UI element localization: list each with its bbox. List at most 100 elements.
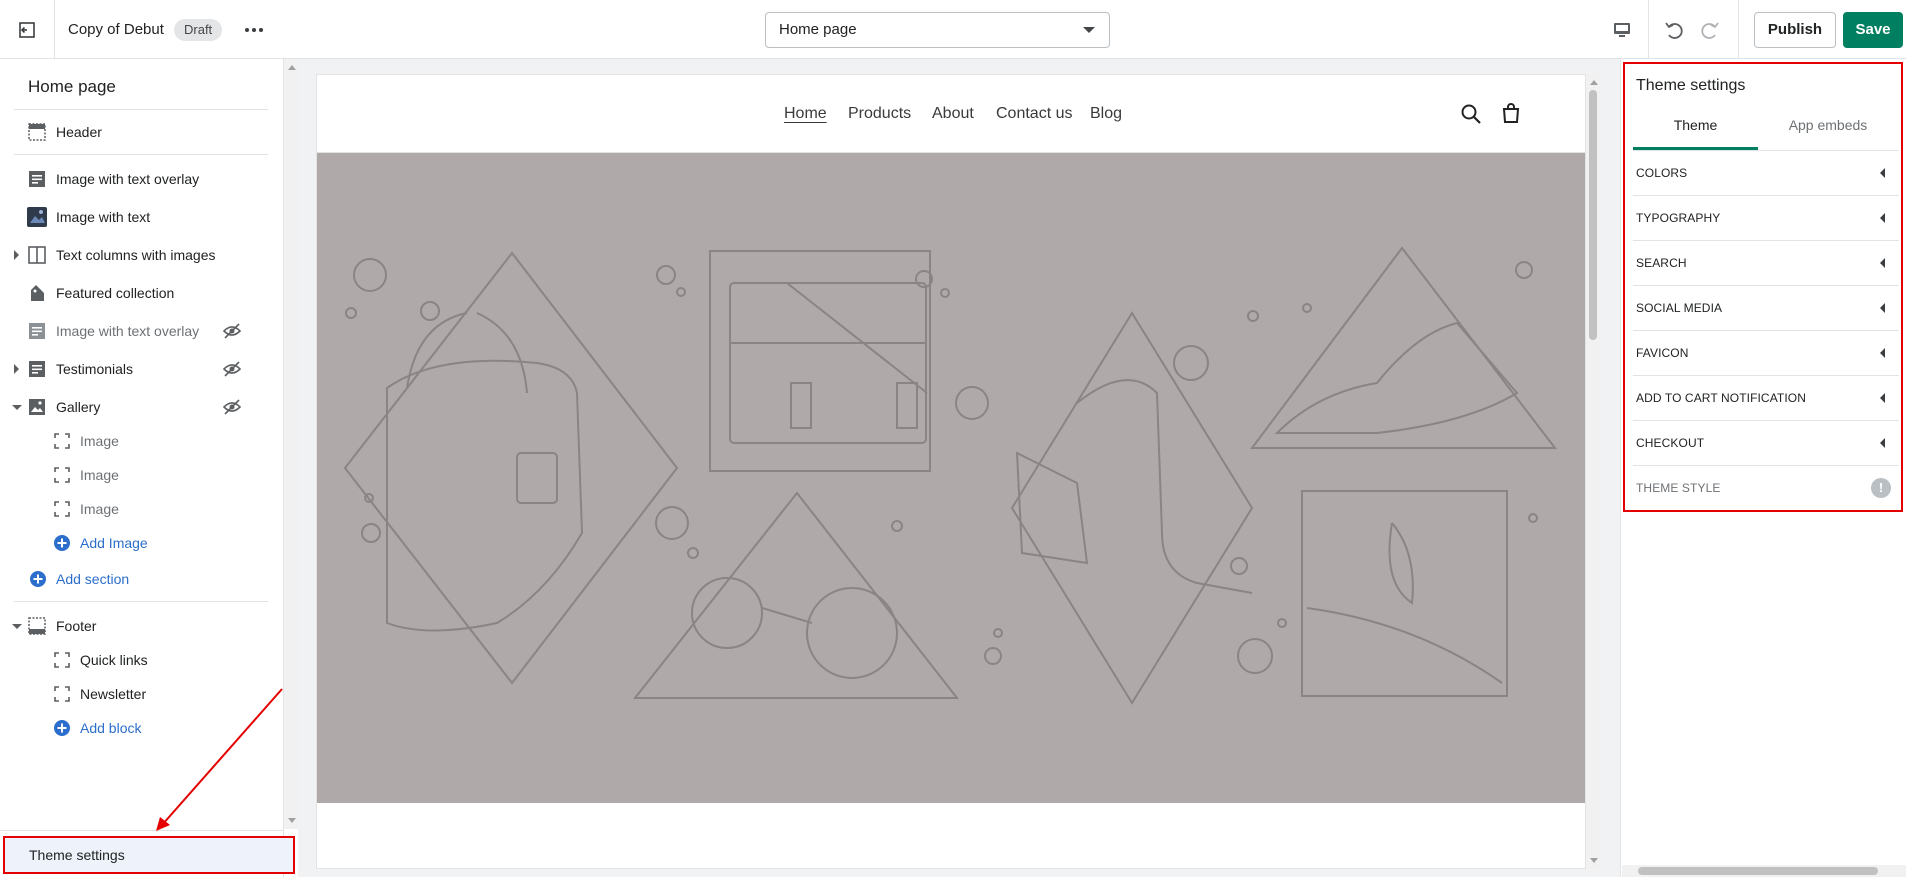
section-label: Testimonials xyxy=(56,361,134,377)
section-label: Image with text xyxy=(56,209,151,225)
scroll-up-icon[interactable] xyxy=(288,65,296,70)
panel-horizontal-scrollbar[interactable] xyxy=(1622,865,1906,877)
settings-row-label: FAVICON xyxy=(1636,346,1689,360)
plus-circle-icon xyxy=(52,718,72,738)
store-navigation: Home Products About Contact us Blog xyxy=(317,75,1585,153)
nav-link-home[interactable]: Home xyxy=(784,105,827,123)
text-block-icon xyxy=(27,359,47,379)
settings-row-label: SOCIAL MEDIA xyxy=(1636,301,1723,315)
section-label: Gallery xyxy=(56,399,101,415)
undo-button[interactable] xyxy=(1660,16,1688,44)
block-image[interactable]: Image xyxy=(0,494,270,524)
settings-row-social-media[interactable]: SOCIAL MEDIA xyxy=(1633,286,1899,331)
scroll-thumb[interactable] xyxy=(1589,90,1597,340)
section-label: Text columns with images xyxy=(56,247,216,263)
scroll-thumb[interactable] xyxy=(1638,867,1878,875)
chevron-left-icon xyxy=(1880,303,1885,313)
tab-theme[interactable]: Theme xyxy=(1633,117,1758,133)
redo-button[interactable] xyxy=(1696,16,1724,44)
desktop-view-button[interactable] xyxy=(1608,16,1636,44)
settings-row-label: COLORS xyxy=(1636,166,1688,180)
desktop-icon xyxy=(1614,23,1630,37)
theme-settings-button[interactable]: Theme settings xyxy=(3,836,295,874)
settings-row-checkout[interactable]: CHECKOUT xyxy=(1633,421,1899,466)
block-image[interactable]: Image xyxy=(0,460,270,490)
settings-row-favicon[interactable]: FAVICON xyxy=(1633,331,1899,376)
nav-link-about[interactable]: About xyxy=(932,105,974,123)
collapse-arrow-icon[interactable] xyxy=(12,623,22,629)
active-tab-indicator xyxy=(1633,147,1758,150)
section-header[interactable]: Header xyxy=(0,117,270,147)
settings-row-label: CHECKOUT xyxy=(1636,436,1705,450)
block-quick-links[interactable]: Quick links xyxy=(0,645,270,675)
illustration-graphic xyxy=(343,246,1558,705)
sidebar-title: Home page xyxy=(28,77,116,96)
info-icon[interactable]: ! xyxy=(1871,478,1891,498)
publish-button[interactable]: Publish xyxy=(1754,12,1836,48)
nav-link-contact[interactable]: Contact us xyxy=(996,105,1072,123)
expand-arrow-icon[interactable] xyxy=(14,250,19,260)
preview-scrollbar[interactable] xyxy=(1586,74,1600,869)
chevron-left-icon xyxy=(1880,213,1885,223)
more-actions-button[interactable] xyxy=(240,16,268,44)
add-image-label: Add Image xyxy=(80,535,148,551)
settings-row-search[interactable]: SEARCH xyxy=(1633,241,1899,286)
section-footer[interactable]: Footer xyxy=(0,611,270,641)
settings-row-add-to-cart-notification[interactable]: ADD TO CART NOTIFICATION xyxy=(1633,376,1899,421)
block-frame-icon xyxy=(52,684,72,704)
text-block-icon xyxy=(27,169,47,189)
nav-link-blog[interactable]: Blog xyxy=(1090,105,1122,123)
plus-circle-icon xyxy=(28,569,48,589)
add-section-button[interactable]: Add section xyxy=(0,564,270,594)
page-selector-value: Home page xyxy=(779,21,857,38)
section-testimonials[interactable]: Testimonials xyxy=(0,354,270,384)
chevron-left-icon xyxy=(1880,393,1885,403)
scroll-down-icon[interactable] xyxy=(1590,858,1598,863)
text-block-icon xyxy=(27,321,47,341)
section-image-with-text[interactable]: Image with text xyxy=(0,202,270,232)
section-label: Image with text overlay xyxy=(56,171,200,187)
redo-icon xyxy=(1701,22,1719,39)
collapse-arrow-icon[interactable] xyxy=(12,404,22,410)
block-frame-icon xyxy=(52,499,72,519)
block-label: Image xyxy=(80,501,119,517)
hidden-eye-icon[interactable] xyxy=(222,321,242,341)
section-image-with-text-overlay[interactable]: Image with text overlay xyxy=(0,164,270,194)
add-section-label: Add section xyxy=(56,571,130,587)
chevron-left-icon xyxy=(1880,168,1885,178)
tab-app-embeds[interactable]: App embeds xyxy=(1758,117,1898,133)
undo-icon xyxy=(1665,22,1683,39)
gallery-image-icon xyxy=(27,397,47,417)
block-frame-icon xyxy=(52,465,72,485)
expand-arrow-icon[interactable] xyxy=(14,364,19,374)
settings-row-typography[interactable]: TYPOGRAPHY xyxy=(1633,196,1899,241)
theme-name: Copy of Debut xyxy=(68,21,164,38)
tag-icon xyxy=(27,283,47,303)
section-label: Header xyxy=(56,124,102,140)
chevron-down-icon xyxy=(1083,27,1095,33)
cart-icon[interactable] xyxy=(1499,101,1523,125)
settings-row-theme-style[interactable]: THEME STYLE ! xyxy=(1633,466,1899,511)
hero-image-placeholder xyxy=(317,153,1585,803)
settings-row-label: SEARCH xyxy=(1636,256,1687,270)
section-image-with-text-overlay-hidden[interactable]: Image with text overlay xyxy=(0,316,270,346)
section-featured-collection[interactable]: Featured collection xyxy=(0,278,270,308)
hidden-eye-icon[interactable] xyxy=(222,359,242,379)
section-text-columns-with-images[interactable]: Text columns with images xyxy=(0,240,270,270)
exit-editor-button[interactable] xyxy=(0,0,55,59)
add-image-button[interactable]: Add Image xyxy=(0,528,270,558)
image-thumbnail-icon xyxy=(27,207,47,227)
settings-row-colors[interactable]: COLORS xyxy=(1633,151,1899,196)
scroll-up-icon[interactable] xyxy=(1590,80,1598,85)
save-button[interactable]: Save xyxy=(1843,12,1903,48)
page-selector[interactable]: Home page xyxy=(765,12,1110,48)
section-label: Footer xyxy=(56,618,97,634)
section-label: Featured collection xyxy=(56,285,175,301)
section-gallery[interactable]: Gallery xyxy=(0,392,270,422)
store-preview[interactable]: Home Products About Contact us Blog xyxy=(316,74,1586,869)
nav-link-products[interactable]: Products xyxy=(848,105,911,123)
search-icon[interactable] xyxy=(1459,102,1483,126)
settings-row-label: TYPOGRAPHY xyxy=(1636,211,1721,225)
hidden-eye-icon[interactable] xyxy=(222,397,242,417)
block-image[interactable]: Image xyxy=(0,426,270,456)
